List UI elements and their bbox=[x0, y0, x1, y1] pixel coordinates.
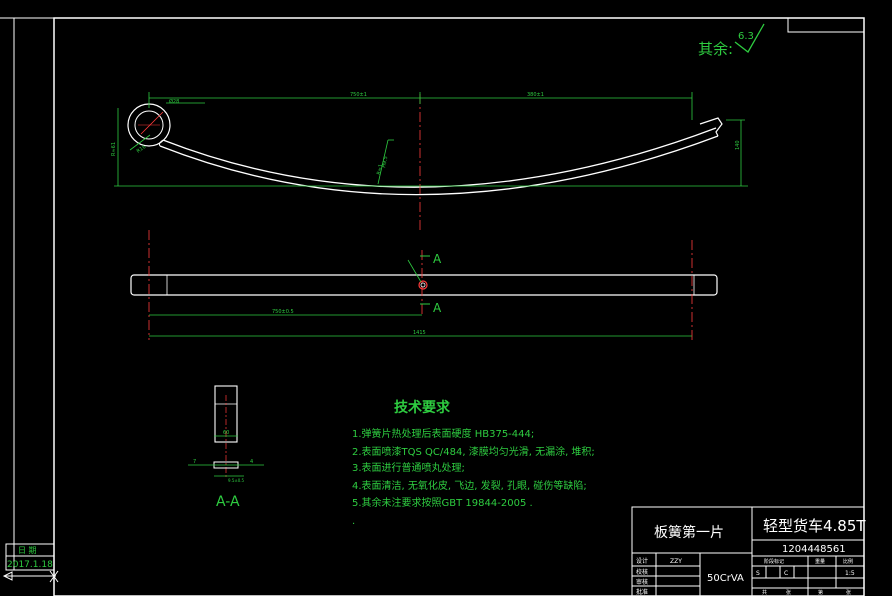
top-right-tab bbox=[787, 17, 865, 33]
dim-right-height: 140 bbox=[735, 140, 741, 150]
tech-req-title: 技术要求 bbox=[394, 399, 451, 416]
section-mark-top: A bbox=[433, 252, 442, 266]
sheet-text: 共 bbox=[762, 589, 767, 596]
sheet-text: 张 bbox=[846, 589, 851, 596]
col-head-stage: 阶段标记 bbox=[764, 558, 784, 565]
dim-plan-total: 1415 bbox=[413, 330, 426, 336]
section-mark-bottom: A bbox=[433, 301, 442, 315]
title-part-name: 板簧第一片 bbox=[654, 524, 724, 541]
sheet-text: 第 bbox=[818, 589, 823, 596]
tech-req-list: 1.弹簧片热处理后表面硬度 HB375-444; 2.表面喷漆TQS QC/48… bbox=[352, 427, 595, 527]
row-label: 校核 bbox=[636, 568, 648, 576]
title-material: 50CrVA bbox=[707, 573, 744, 584]
roughness-label: 其余: bbox=[698, 40, 733, 58]
tech-req-item: . bbox=[352, 516, 355, 527]
dim-top-right-span: 380±1 bbox=[527, 92, 544, 98]
row-label: 批准 bbox=[636, 588, 648, 596]
tech-req-item: 2.表面喷漆TQS QC/484, 漆膜均匀光滑, 无漏涂, 堆积; bbox=[352, 445, 595, 458]
tech-req-item: 3.表面进行普通喷丸处理; bbox=[352, 461, 465, 474]
sheet-text: 张 bbox=[786, 589, 791, 596]
cad-drawing-canvas: 其余: 6.3 750±1 380±1 R≈61 Ø28 R16 R≈1 H9.… bbox=[0, 17, 866, 596]
row-label: 设计 bbox=[636, 557, 648, 565]
section-view-label: A-A bbox=[216, 494, 240, 510]
dim-plan-left: 750±0.5 bbox=[272, 309, 294, 315]
elevation-dimensions bbox=[114, 92, 748, 187]
row-label: 审核 bbox=[636, 578, 648, 586]
section-dim-width: 60 bbox=[223, 430, 229, 436]
title-product: 轻型货车4.85T bbox=[763, 517, 866, 535]
dim-top-left-span: 750±1 bbox=[350, 92, 367, 98]
title-drawing-no: 1204448561 bbox=[782, 544, 846, 555]
plan-body bbox=[130, 274, 718, 296]
tech-req-item: 1.弹簧片热处理后表面硬度 HB375-444; bbox=[352, 427, 534, 440]
scale-value: 1:5 bbox=[845, 570, 855, 577]
section-dim-sub: 9.5±0.5 bbox=[228, 478, 245, 483]
roughness-value: 6.3 bbox=[738, 31, 754, 42]
spring-elevation bbox=[127, 94, 723, 232]
stage-cell: C bbox=[784, 570, 788, 577]
dim-mid-thick: H9.5 bbox=[381, 156, 389, 169]
stage-cell: S bbox=[756, 570, 760, 577]
dim-left-height: R≈61 bbox=[111, 142, 117, 156]
col-head-weight: 重量 bbox=[815, 558, 825, 565]
tech-req-item: 4.表面清洁, 无氧化皮, 飞边, 发裂, 孔眼, 碰伤等缺陷; bbox=[352, 479, 587, 492]
dim-eye-dia: Ø28 bbox=[169, 98, 179, 105]
col-head-scale: 比例 bbox=[843, 558, 853, 565]
section-dim-side: 4 bbox=[250, 459, 253, 465]
side-label: 日 期 bbox=[18, 546, 37, 555]
ucs-icon bbox=[2, 570, 59, 583]
center-bolt-hole bbox=[418, 280, 428, 290]
section-dim-thk: 7 bbox=[193, 459, 196, 465]
row-value: ZZY bbox=[670, 558, 682, 565]
tech-req-item: 5.其余未注要求按照GBT 19844-2005 . bbox=[352, 496, 533, 509]
side-date: 2017.1.18 bbox=[7, 560, 53, 570]
spring-plan-view: A A bbox=[130, 230, 718, 340]
leaf-upper-curve bbox=[162, 127, 717, 188]
